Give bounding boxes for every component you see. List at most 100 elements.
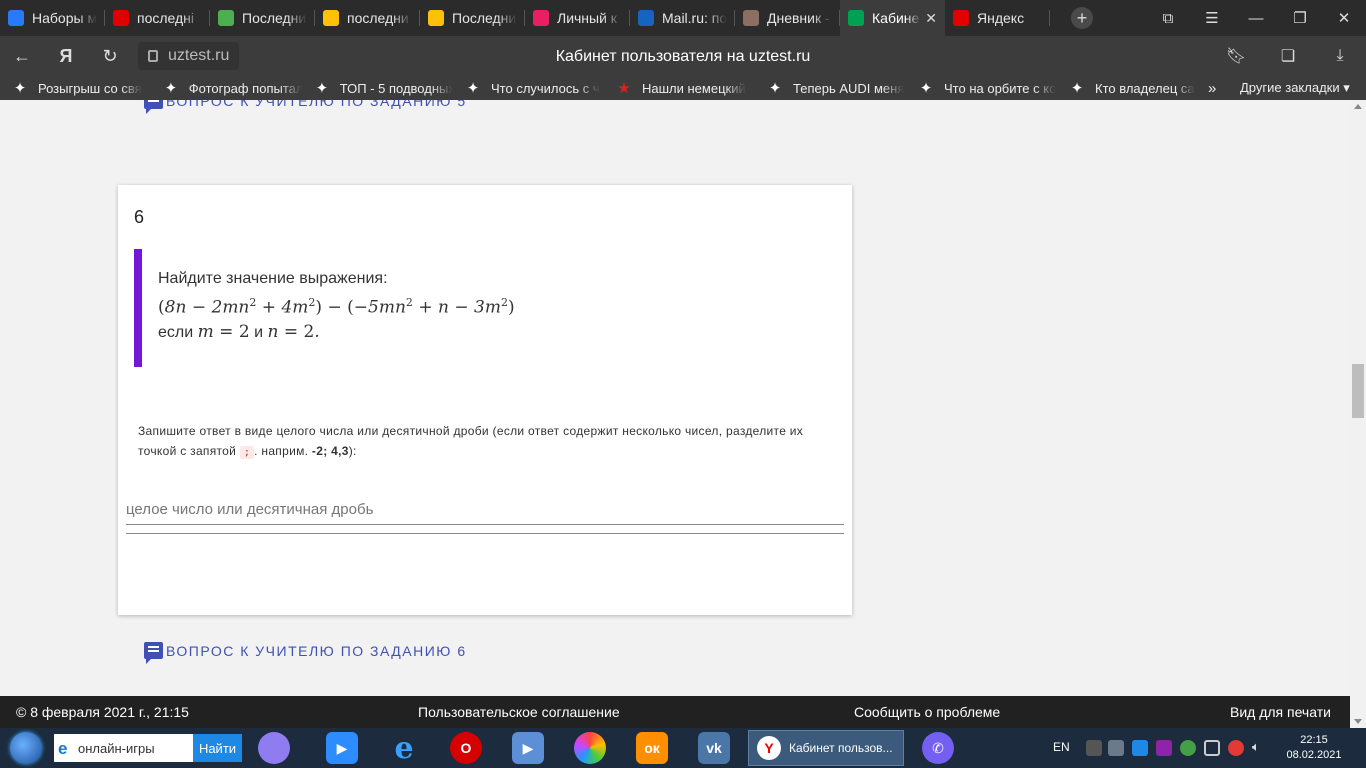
- tab-title: Mail.ru: по: [662, 10, 727, 26]
- hd-icon: [218, 10, 234, 26]
- tab-strip: Наборы м последні Последни последни Последни…: [0, 0, 1366, 36]
- sparkle-icon: ✦: [315, 80, 329, 97]
- hand-icon: [743, 10, 759, 26]
- taskbar-search-button[interactable]: Найти: [193, 734, 242, 762]
- red-star-icon: ★: [617, 80, 631, 97]
- footer-copyright: © 8 февраля 2021 г., 21:15: [16, 704, 189, 720]
- close-window-button[interactable]: ✕: [1322, 0, 1366, 36]
- footer-print-link[interactable]: Вид для печати: [1230, 704, 1331, 720]
- answer-input[interactable]: [126, 495, 844, 525]
- network-icon[interactable]: [1204, 740, 1220, 756]
- other-bookmarks[interactable]: Другие закладки ▾: [1240, 80, 1350, 96]
- sparkle-icon: ✦: [1070, 80, 1084, 97]
- bookmark-item[interactable]: ★ Нашли немецкий: [604, 79, 755, 97]
- site-footer: © 8 февраля 2021 г., 21:15 Пользовательс…: [0, 696, 1350, 728]
- tab-2[interactable]: Последни: [210, 0, 315, 36]
- minimize-button[interactable]: —: [1234, 0, 1278, 36]
- tab-1[interactable]: последні: [105, 0, 210, 36]
- scroll-up-icon[interactable]: [1354, 104, 1362, 109]
- tab-0[interactable]: Наборы м: [0, 0, 105, 36]
- bookmark-item[interactable]: ✦ Кто владелец са: [1057, 79, 1208, 97]
- viber-icon[interactable]: ✆: [922, 732, 954, 764]
- system-clock[interactable]: 22:15 08.02.2021: [1284, 733, 1344, 763]
- tab-4[interactable]: Последни: [420, 0, 525, 36]
- new-tab-button[interactable]: +: [1064, 0, 1100, 36]
- address-bar: ← Я ↻ uztest.ru Кабинет пользователя на …: [0, 36, 1366, 76]
- lock-icon: [148, 50, 158, 62]
- answer-hint: Запишите ответ в виде целого числа или д…: [138, 424, 804, 459]
- question-card: 6 Найдите значение выражения: (8n − 2mn2…: [118, 185, 852, 615]
- yandex-home-button[interactable]: Я: [44, 36, 88, 76]
- tabs: Наборы м последні Последни последни Последни…: [0, 0, 1050, 36]
- bookmark-item[interactable]: ✦ ТОП - 5 подводных: [302, 79, 453, 97]
- page-scrollbar[interactable]: [1350, 100, 1366, 728]
- collections-icon[interactable]: ❏: [1262, 36, 1314, 76]
- back-button[interactable]: ←: [0, 36, 44, 76]
- sparkle-icon: ✦: [466, 80, 480, 97]
- odnoklassniki-icon[interactable]: ок: [636, 732, 668, 764]
- sparkle-icon: ✦: [164, 80, 178, 97]
- url-field[interactable]: uztest.ru: [138, 42, 240, 70]
- vk-icon[interactable]: vk: [698, 732, 730, 764]
- yandex-tray-icon[interactable]: [1228, 740, 1244, 756]
- play-icon: [428, 10, 444, 26]
- bookmark-item[interactable]: ✦ Теперь AUDI меня: [755, 79, 906, 97]
- alice-icon[interactable]: [258, 732, 290, 764]
- bookmarks-bar: ✦ Розыгрыш со свя ✦ Фотограф попытал ✦ ТОП - …: [0, 76, 1366, 100]
- tab-title: Яндекс: [977, 10, 1025, 26]
- footer-report-link[interactable]: Сообщить о проблеме: [854, 704, 1000, 720]
- volume-icon[interactable]: 🔈︎: [1252, 739, 1268, 755]
- media-player-icon[interactable]: ▶: [512, 732, 544, 764]
- tab-manager-icon[interactable]: ⧉: [1146, 0, 1190, 36]
- zoom-icon[interactable]: ▶: [326, 732, 358, 764]
- tab-6[interactable]: Mail.ru: по: [630, 0, 735, 36]
- gamepad-icon[interactable]: [1156, 740, 1172, 756]
- taskbar-search-input[interactable]: e онлайн-игры: [54, 734, 193, 762]
- play-icon: [323, 10, 339, 26]
- paint-icon[interactable]: [574, 732, 606, 764]
- start-button[interactable]: [6, 730, 46, 766]
- tab-3[interactable]: последни: [315, 0, 420, 36]
- tab-7[interactable]: Дневник -: [735, 0, 840, 36]
- tab-8[interactable]: Кабине ✕: [840, 0, 945, 36]
- teacher-question-link-6[interactable]: ВОПРОС К УЧИТЕЛЮ ПО ЗАДАНИЮ 6: [144, 642, 467, 664]
- bookmark-label: Что случилось с ч: [491, 80, 600, 96]
- bookmark-label: Теперь AUDI меня: [793, 80, 905, 96]
- dots-icon: [533, 10, 549, 26]
- taskbar-search: e онлайн-игры Найти: [54, 734, 242, 762]
- close-tab-icon[interactable]: ✕: [925, 10, 937, 27]
- steam-icon[interactable]: [1108, 740, 1124, 756]
- bookmark-label: Нашли немецкий: [642, 80, 746, 96]
- scroll-thumb[interactable]: [1352, 364, 1364, 418]
- tab-5[interactable]: Личный к: [525, 0, 630, 36]
- footer-agreement-link[interactable]: Пользовательское соглашение: [418, 704, 620, 720]
- shield-icon[interactable]: [1132, 740, 1148, 756]
- restore-button[interactable]: ❐: [1278, 0, 1322, 36]
- bookmark-icon[interactable]: 🔖︎: [1210, 36, 1262, 76]
- answer-divider: [126, 533, 844, 534]
- internet-explorer-icon[interactable]: e: [388, 731, 420, 766]
- yandex-icon: [953, 10, 969, 26]
- condition-m: m = 2: [197, 321, 250, 342]
- math-expression: (8n − 2mn2 + 4m2) − (−5mn2 + n − 3m2): [158, 296, 515, 318]
- bookmark-item[interactable]: ✦ Что на орбите с ко: [906, 79, 1057, 97]
- bookmark-item[interactable]: ✦ Фотограф попытал: [151, 79, 302, 97]
- question-text: Найдите значение выражения: (8n − 2mn2 +…: [158, 267, 515, 345]
- menu-icon[interactable]: ☰: [1190, 0, 1234, 36]
- reload-button[interactable]: ↻: [88, 36, 132, 76]
- bookmark-item[interactable]: ✦ Что случилось с ч: [453, 79, 604, 97]
- uztest-icon: [848, 10, 864, 26]
- tab-title: Дневник -: [767, 10, 830, 26]
- download-icon[interactable]: ⤓: [1314, 36, 1366, 76]
- more-bookmarks-icon[interactable]: »: [1208, 80, 1230, 97]
- taskbar-active-browser[interactable]: Y Кабинет пользов...: [748, 730, 904, 766]
- tab-9[interactable]: Яндекс: [945, 0, 1050, 36]
- opera-icon[interactable]: O: [450, 732, 482, 764]
- teacher-question-link-5[interactable]: ВОПРОС К УЧИТЕЛЮ ПО ЗАДАНИЮ 5: [144, 100, 467, 114]
- tray-app-icon[interactable]: [1180, 740, 1196, 756]
- bookmark-item[interactable]: ✦ Розыгрыш со свя: [0, 79, 151, 97]
- scroll-down-icon[interactable]: [1354, 719, 1362, 724]
- bookmark-label: Кто владелец са: [1095, 80, 1195, 96]
- yandex-icon: [113, 10, 129, 26]
- tray-pen-icon[interactable]: [1086, 740, 1102, 756]
